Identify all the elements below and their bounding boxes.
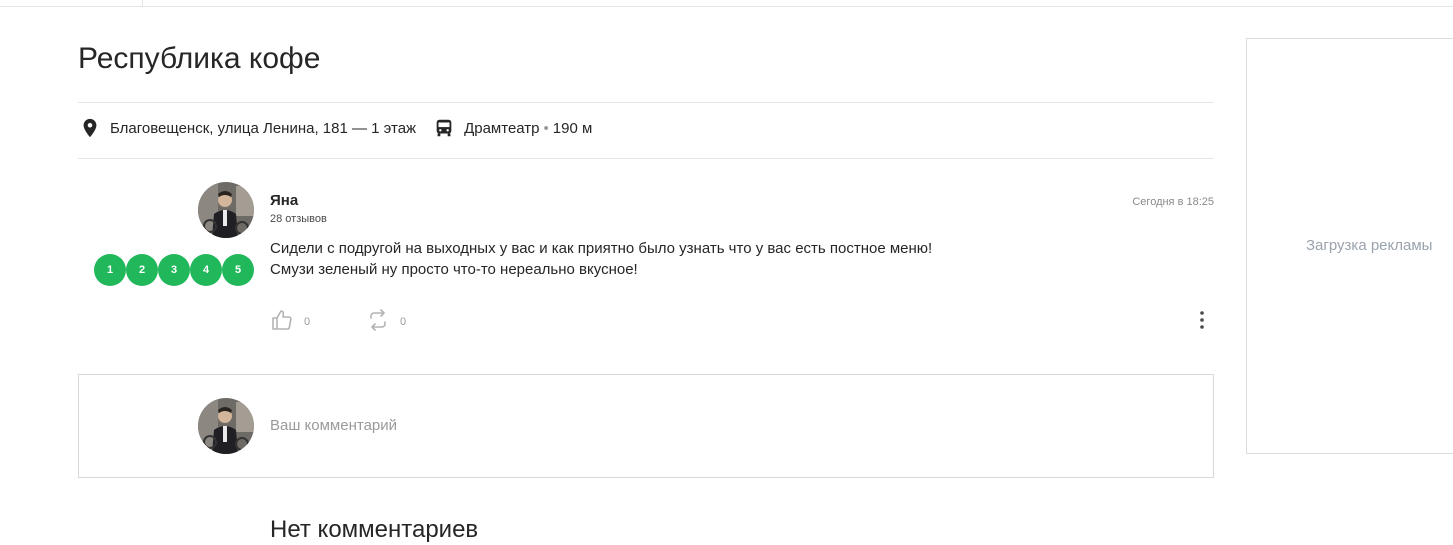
transit-distance: 190 м: [552, 119, 593, 137]
review-author-name[interactable]: Яна: [270, 192, 298, 210]
comment-input[interactable]: Ваш комментарий: [270, 416, 397, 436]
address-text[interactable]: Благовещенск, улица Ленина, 181 — 1 этаж: [110, 120, 416, 137]
repost-icon: [366, 308, 390, 337]
divider: [78, 102, 1214, 103]
map-pin-icon: [78, 116, 102, 140]
review-date: Сегодня в 18:25: [1132, 196, 1214, 208]
rating-option-1[interactable]: 1: [94, 254, 126, 286]
more-vertical-icon: [1199, 310, 1205, 335]
divider: [78, 158, 1214, 159]
ad-loading-text: Загрузка рекламы: [1306, 237, 1433, 254]
rating-option-5[interactable]: 5: [222, 254, 254, 286]
more-options-button[interactable]: [1190, 310, 1214, 334]
review-text: Сидели с подругой на выходных у вас и ка…: [270, 238, 932, 280]
like-count: 0: [304, 316, 311, 328]
transit-stop: Драмтеатр: [464, 119, 540, 137]
topbar-divider: [142, 0, 143, 6]
bus-icon: [432, 116, 456, 140]
like-button[interactable]: 0: [270, 308, 311, 337]
thumbs-up-icon: [270, 308, 294, 337]
rating-option-2[interactable]: 2: [126, 254, 158, 286]
current-user-avatar: [198, 398, 254, 454]
review-author-avatar[interactable]: [198, 182, 254, 238]
no-comments-heading: Нет комментариев: [270, 516, 479, 543]
rating-selector: 1 2 3 4 5: [94, 254, 254, 286]
rating-option-4[interactable]: 4: [190, 254, 222, 286]
review-text-line: Сидели с подругой на выходных у вас и ка…: [270, 240, 933, 257]
place-info-row: Благовещенск, улица Ленина, 181 — 1 этаж…: [78, 116, 592, 140]
repost-button[interactable]: 0: [366, 308, 407, 337]
top-navigation-bar: [0, 0, 1453, 7]
review-text-line: Смузи зеленый ну просто что-то нереально…: [270, 261, 638, 278]
review-author-count[interactable]: 28 отзывов: [270, 212, 327, 226]
separator-dot: •: [543, 119, 549, 137]
rating-option-3[interactable]: 3: [158, 254, 190, 286]
repost-count: 0: [400, 316, 407, 328]
page-title: Республика кофе: [78, 42, 321, 75]
